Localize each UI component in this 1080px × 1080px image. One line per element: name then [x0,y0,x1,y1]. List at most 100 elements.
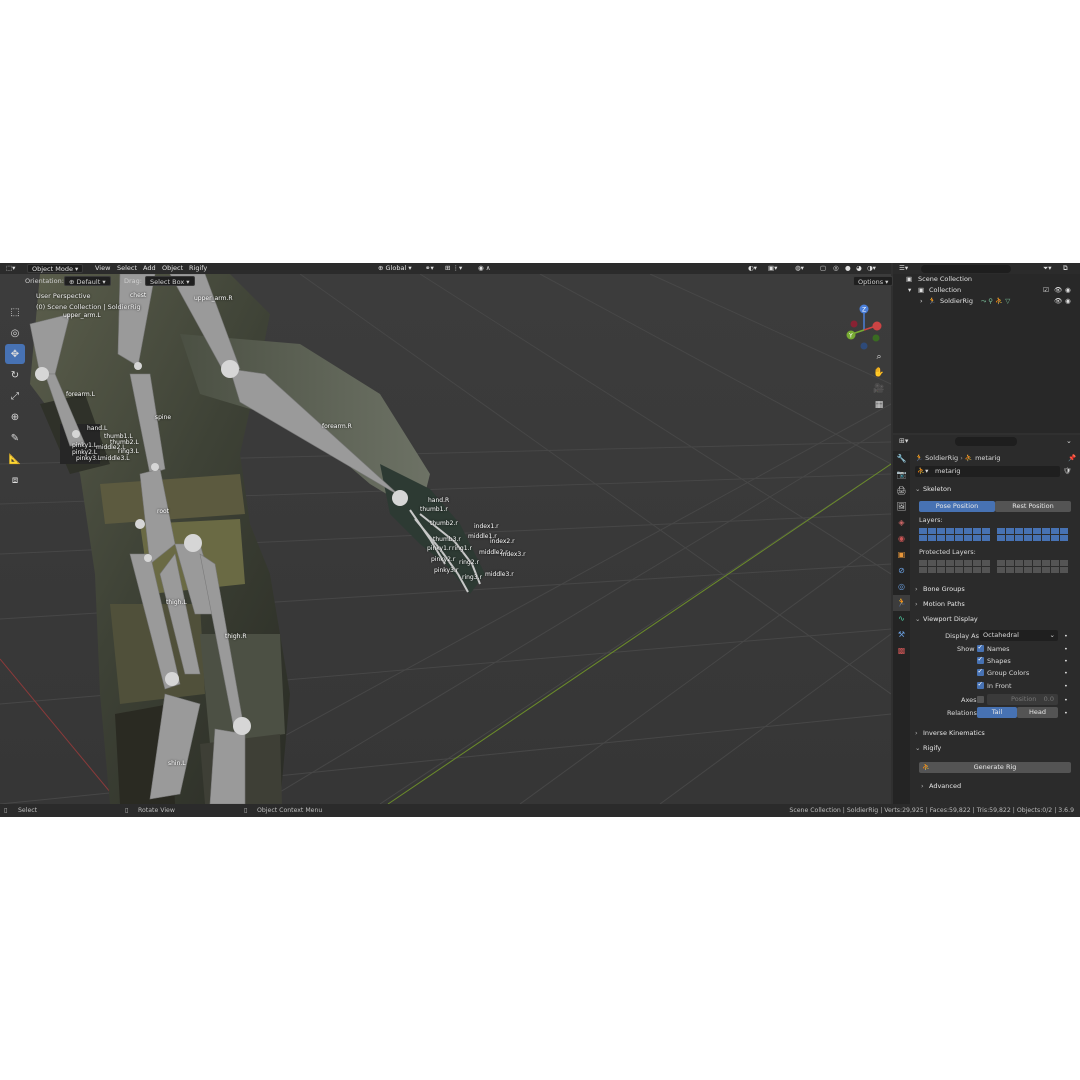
camera-render-icon[interactable]: ◉ [1065,285,1071,296]
filter-icon[interactable]: ⏷▾ [1043,263,1051,274]
protected-layers-grid-left[interactable] [919,560,990,573]
annotate-tool-icon[interactable]: ✎ [5,428,25,448]
relations-tail-button[interactable]: Tail [977,707,1017,718]
menu-view[interactable]: View [95,264,110,273]
physics-tab-icon[interactable]: ◎ [893,579,910,595]
keyframe-dot-icon[interactable]: • [1064,644,1068,654]
orientation-dropdown[interactable]: ⊕ Default ▾ [64,276,111,286]
rotate-tool-icon[interactable]: ↻ [5,365,25,385]
overlay-toggle-icon[interactable]: ◍▾ [795,264,804,273]
move-tool-icon[interactable]: ✥ [5,344,25,364]
shading-wireframe-icon[interactable]: ◎ [833,264,839,273]
shading-rendered-icon[interactable]: ◑▾ [867,264,876,273]
names-checkbox[interactable]: Names [977,642,1010,654]
armature-data-tab-icon[interactable]: 🏃 [893,595,910,611]
rest-position-button[interactable]: Rest Position [995,501,1071,512]
measure-tool-icon[interactable]: 📐 [5,449,25,469]
menu-select[interactable]: Select [117,264,137,273]
grid-view-icon[interactable]: ▦ [872,398,886,412]
bone-tab-icon[interactable]: ∿ [893,611,910,627]
group-colors-checkbox[interactable]: Group Colors [977,666,1029,678]
bone-groups-section-header[interactable]: › Bone Groups [915,583,1075,595]
rigify-section-header[interactable]: ⌄ Rigify [915,742,1075,754]
outliner-row-scene-collection[interactable]: ▣ Scene Collection [893,274,1080,285]
skeleton-section-header[interactable]: ⌄ Skeleton [915,483,1075,495]
pose-position-button[interactable]: Pose Position [919,501,995,512]
pan-hand-icon[interactable]: ✋ [872,366,886,380]
keyframe-dot-icon[interactable]: • [1064,708,1068,718]
protected-layers-grid-right[interactable] [997,560,1068,573]
eye-icon[interactable]: 👁 [1054,285,1062,296]
shading-solid-icon[interactable]: ● [845,264,851,273]
expand-arrow-icon[interactable]: ▾ [908,285,911,296]
visibility-icon[interactable]: ◐▾ [748,264,757,273]
output-tab-icon[interactable]: 🖨 [893,483,910,499]
datablock-type-icon[interactable]: ⛹▾ [917,466,928,476]
zoom-icon[interactable]: ⌕ [872,350,886,364]
drag-dropdown[interactable]: Select Box ▾ [145,276,195,286]
eye-icon[interactable]: 👁 [1054,296,1062,307]
viewport-display-section-header[interactable]: ⌄ Viewport Display [915,613,1075,625]
relations-head-button[interactable]: Head [1017,707,1058,718]
world-tab-icon[interactable]: ◉ [893,531,910,547]
keyframe-dot-icon[interactable]: • [1064,668,1068,678]
object-tab-icon[interactable]: ▣ [893,547,910,563]
menu-object[interactable]: Object [162,264,183,273]
view-layer-tab-icon[interactable]: 🖼 [893,499,910,515]
transform-tool-icon[interactable]: ⊕ [5,407,25,427]
generate-rig-button[interactable]: ⛹ Generate Rig [919,762,1071,773]
menu-add[interactable]: Add [143,264,156,273]
camera-render-icon[interactable]: ◉ [1065,296,1071,307]
keyframe-dot-icon[interactable]: • [1064,656,1068,666]
scene-tab-icon[interactable]: ◈ [893,515,910,531]
keyframe-dot-icon[interactable]: • [1064,695,1068,705]
camera-icon[interactable]: 🎥 [872,382,886,396]
select-box-tool-icon[interactable]: ⬚ [5,302,25,322]
mode-dropdown[interactable]: Object Mode ▾ [27,264,84,273]
transform-orientation-dropdown[interactable]: ⊕ Global ▾ [378,264,412,273]
outliner-row-collection[interactable]: ▾ ▣ Collection ☑ 👁 ◉ [893,285,1080,296]
position-field[interactable]: Position 0.0 [987,694,1058,705]
properties-editor-icon[interactable]: ⊞▾ [899,437,908,445]
keyframe-dot-icon[interactable]: • [1064,631,1068,641]
datablock-selector[interactable]: ⛹▾ metarig [915,466,1060,477]
pin-icon[interactable]: 📌 [1068,453,1076,463]
options-dropdown[interactable]: Options ▾ [853,276,894,286]
advanced-section-header[interactable]: › Advanced [921,780,1080,792]
layers-grid-left[interactable] [919,528,990,541]
3d-viewport[interactable]: User Perspective (0) Scene Collection | … [0,274,891,804]
axes-checkbox[interactable] [977,696,984,703]
snap-icon[interactable]: ⊞ ⋮▾ [445,264,462,273]
cursor-tool-icon[interactable]: ◎ [5,323,25,343]
layers-grid-right[interactable] [997,528,1068,541]
navigation-gizmo[interactable]: Z Y [842,302,890,350]
new-collection-icon[interactable]: ⧉ [1063,263,1068,274]
outliner-row-soldierrig[interactable]: › 🏃 SoldierRig ⤳ ⚲ ⛹ ▽ 👁 ◉ [893,296,1080,307]
motion-paths-section-header[interactable]: › Motion Paths [915,598,1075,610]
xray-icon[interactable]: ▢ [820,264,826,273]
fake-user-shield-icon[interactable]: 🛡 [1063,466,1071,476]
render-tab-icon[interactable]: 📷 [893,467,910,483]
keyframe-dot-icon[interactable]: • [1064,681,1068,691]
display-as-dropdown[interactable]: Octahedral ⌄ [979,630,1058,641]
outliner-search-input[interactable] [921,264,1011,273]
proportional-edit-icon[interactable]: ◉ ∧ [478,264,491,273]
add-cube-tool-icon[interactable]: ⧈ [5,470,25,490]
in-front-checkbox[interactable]: In Front [977,679,1012,691]
editor-type-icon[interactable]: ⬚▾ [6,264,15,273]
shading-material-icon[interactable]: ◕ [856,264,862,273]
inverse-kinematics-section-header[interactable]: › Inverse Kinematics [915,727,1075,739]
shapes-checkbox[interactable]: Shapes [977,654,1011,666]
expand-arrow-icon[interactable]: › [920,296,923,307]
constraints-tab-icon[interactable]: ⊘ [893,563,910,579]
checkbox-icon[interactable]: ☑ [1043,285,1049,296]
datablock-name[interactable]: metarig [935,466,960,476]
bone-constraints-tab-icon[interactable]: ⚒ [893,627,910,643]
tool-tab-icon[interactable]: 🔧 [893,451,910,467]
scale-tool-icon[interactable]: ⤢ [5,386,25,406]
outliner-editor-icon[interactable]: ☰▾ [899,263,908,274]
texture-tab-icon[interactable]: ▩ [893,643,910,659]
menu-rigify[interactable]: Rigify [189,264,207,273]
pivot-icon[interactable]: ⚭▾ [425,264,434,273]
gizmo-toggle-icon[interactable]: ▣▾ [768,264,777,273]
